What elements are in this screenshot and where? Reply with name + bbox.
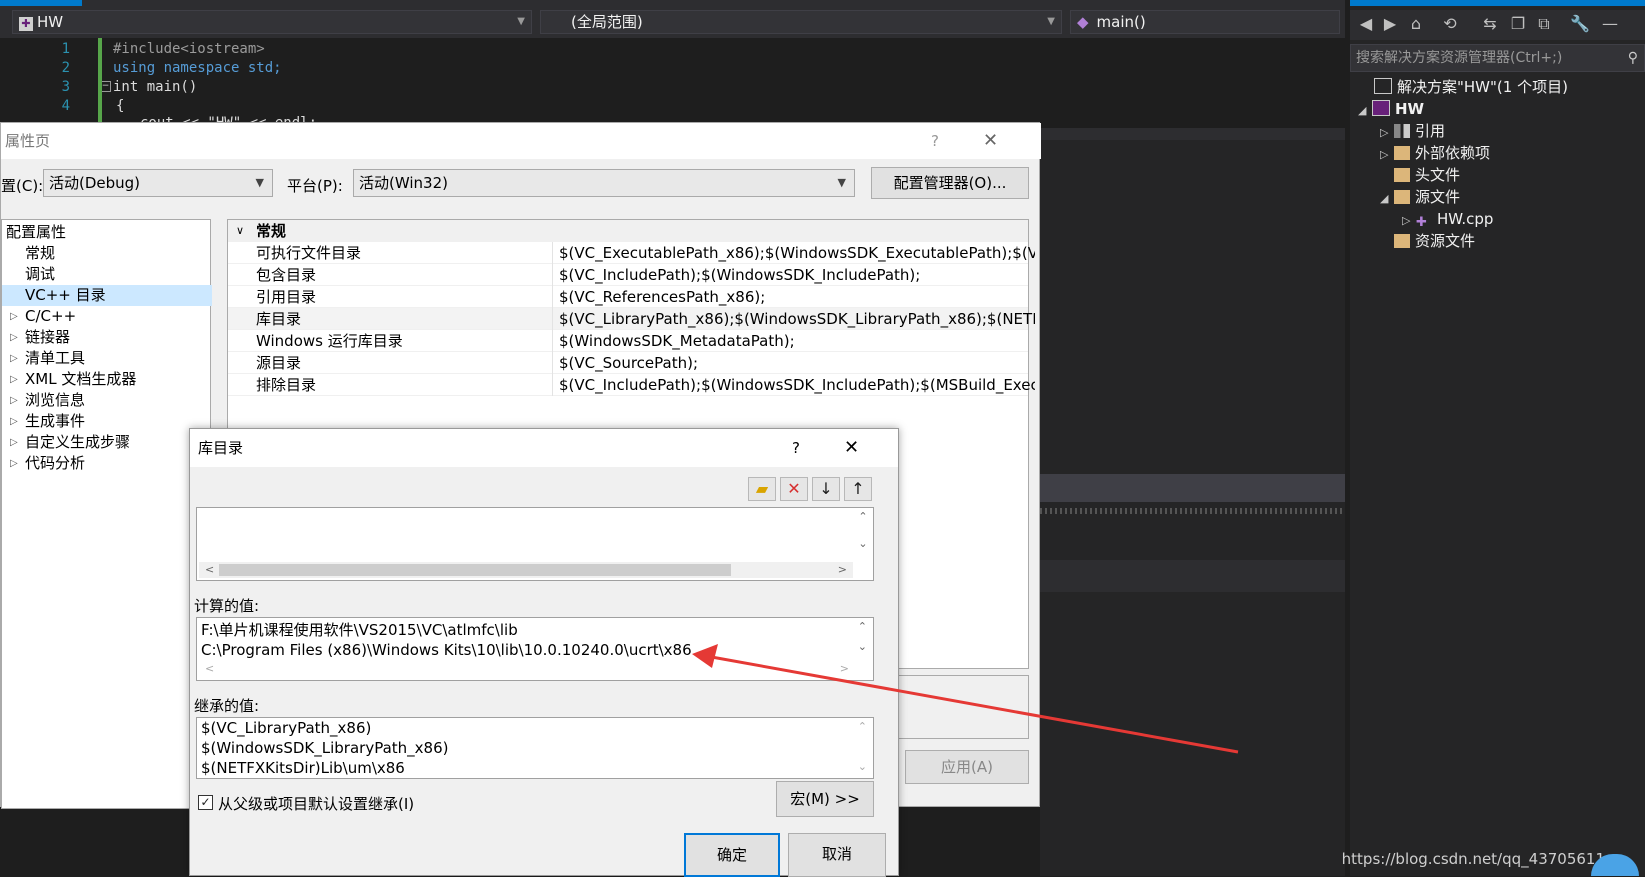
annotation-arrow xyxy=(692,644,1239,754)
watermark-text: https://blog.csdn.net/qq_43705611 xyxy=(1341,850,1605,868)
